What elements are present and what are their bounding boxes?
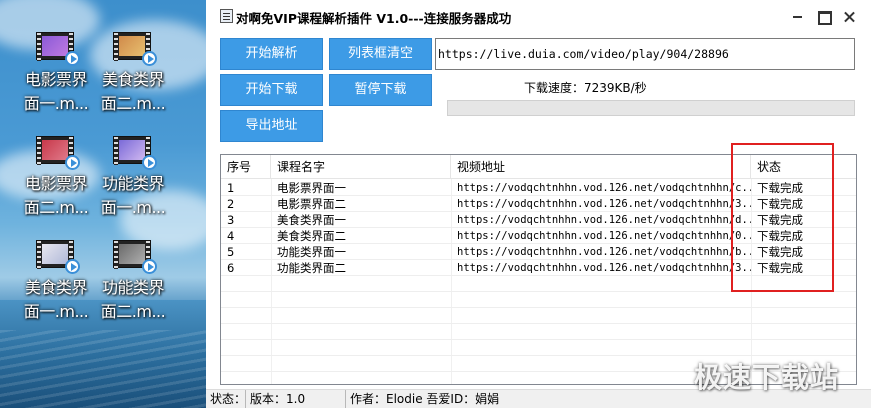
row-video-url: https://vodqchtnhhn.vod.126.net/vodqchtn…	[457, 182, 751, 194]
desktop-icon-label: 功能类界	[101, 174, 165, 193]
desktop-icon-label: 美食类界	[101, 70, 165, 89]
row-course-name: 电影票界面一	[277, 181, 346, 195]
desktop-icon-video[interactable]: 电影票界 面一.m...	[17, 28, 95, 116]
desktop-background: 电影票界 面一.m... 美食类界 面二.m... 电影票界 面二.m... 功…	[0, 0, 206, 408]
table-row-empty	[221, 292, 856, 308]
video-file-icon	[109, 236, 157, 276]
url-input[interactable]: https://live.duia.com/video/play/904/288…	[435, 38, 855, 70]
row-video-url: https://vodqchtnhhn.vod.126.net/vodqchtn…	[457, 230, 751, 242]
video-file-icon	[109, 132, 157, 172]
desktop-icon-video[interactable]: 功能类界 面二.m...	[94, 236, 172, 324]
window-title: 对啊免VIP课程解析插件 V1.0---连接服务器成功	[236, 11, 512, 26]
start-download-button[interactable]: 开始下载	[220, 74, 323, 106]
desktop-icon-video[interactable]: 电影票界 面二.m...	[17, 132, 95, 220]
status-column-highlight	[731, 143, 834, 292]
row-number: 5	[227, 245, 235, 259]
video-file-icon	[32, 236, 80, 276]
row-number: 4	[227, 229, 235, 243]
desktop-icon-label: 美食类界	[24, 278, 88, 297]
column-header-course-name[interactable]: 课程名字	[271, 155, 451, 179]
download-progress-bar	[447, 100, 855, 116]
app-window: 对啊免VIP课程解析插件 V1.0---连接服务器成功 开始解析 列表框清空 开…	[206, 0, 871, 408]
start-parse-button[interactable]: 开始解析	[220, 38, 323, 70]
row-course-name: 美食类界面二	[277, 229, 346, 243]
video-file-icon	[109, 28, 157, 68]
row-number: 3	[227, 213, 235, 227]
title-bar[interactable]: 对啊免VIP课程解析插件 V1.0---连接服务器成功	[206, 0, 871, 32]
version-text: 版本：1.0	[246, 390, 346, 408]
row-number: 2	[227, 197, 235, 211]
row-video-url: https://vodqchtnhhn.vod.126.net/vodqchtn…	[457, 262, 751, 274]
play-icon	[65, 51, 80, 66]
app-window-icon	[220, 9, 233, 23]
desktop-icon-label: 面一.m...	[100, 198, 166, 217]
play-icon	[65, 155, 80, 170]
desktop-icon-video[interactable]: 美食类界 面二.m...	[94, 28, 172, 116]
play-icon	[142, 155, 157, 170]
video-file-icon	[32, 28, 80, 68]
close-icon[interactable]	[836, 6, 862, 26]
site-watermark: 极速下载站	[694, 361, 840, 394]
desktop-icon-label: 面二.m...	[100, 302, 166, 321]
row-number: 6	[227, 261, 235, 275]
play-icon	[65, 259, 80, 274]
column-header-video-url[interactable]: 视频地址	[451, 155, 751, 179]
row-course-name: 功能类界面二	[277, 261, 346, 275]
row-course-name: 功能类界面一	[277, 245, 346, 259]
column-header-number[interactable]: 序号	[221, 155, 271, 179]
pause-download-button[interactable]: 暂停下载	[329, 74, 432, 106]
desktop-icon-label: 功能类界	[101, 278, 165, 297]
desktop-icon-video[interactable]: 功能类界 面一.m...	[94, 132, 172, 220]
clear-list-button[interactable]: 列表框清空	[329, 38, 432, 70]
play-icon	[142, 51, 157, 66]
play-icon	[142, 259, 157, 274]
download-speed: 下载速度：7239KB/秒	[524, 81, 647, 95]
desktop-icon-label: 面一.m...	[23, 302, 89, 321]
row-course-name: 电影票界面二	[277, 197, 346, 211]
desktop-icon-label: 面一.m...	[23, 94, 89, 113]
video-file-icon	[32, 132, 80, 172]
desktop-icon-label: 电影票界	[24, 70, 88, 89]
desktop-icon-video[interactable]: 美食类界 面一.m...	[17, 236, 95, 324]
table-row-empty	[221, 308, 856, 324]
maximize-icon[interactable]	[810, 6, 836, 26]
desktop-icon-label: 面二.m...	[23, 198, 89, 217]
desktop-icon-label: 电影票界	[24, 174, 88, 193]
row-video-url: https://vodqchtnhhn.vod.126.net/vodqchtn…	[457, 198, 751, 210]
status-label: 状态：	[206, 390, 246, 408]
desktop-icon-label: 面二.m...	[100, 94, 166, 113]
export-address-button[interactable]: 导出地址	[220, 110, 323, 142]
minimize-icon[interactable]	[784, 6, 810, 26]
row-course-name: 美食类界面一	[277, 213, 346, 227]
table-row-empty	[221, 340, 856, 356]
row-video-url: https://vodqchtnhhn.vod.126.net/vodqchtn…	[457, 214, 751, 226]
row-video-url: https://vodqchtnhhn.vod.126.net/vodqchtn…	[457, 246, 751, 258]
table-row-empty	[221, 324, 856, 340]
row-number: 1	[227, 181, 235, 195]
